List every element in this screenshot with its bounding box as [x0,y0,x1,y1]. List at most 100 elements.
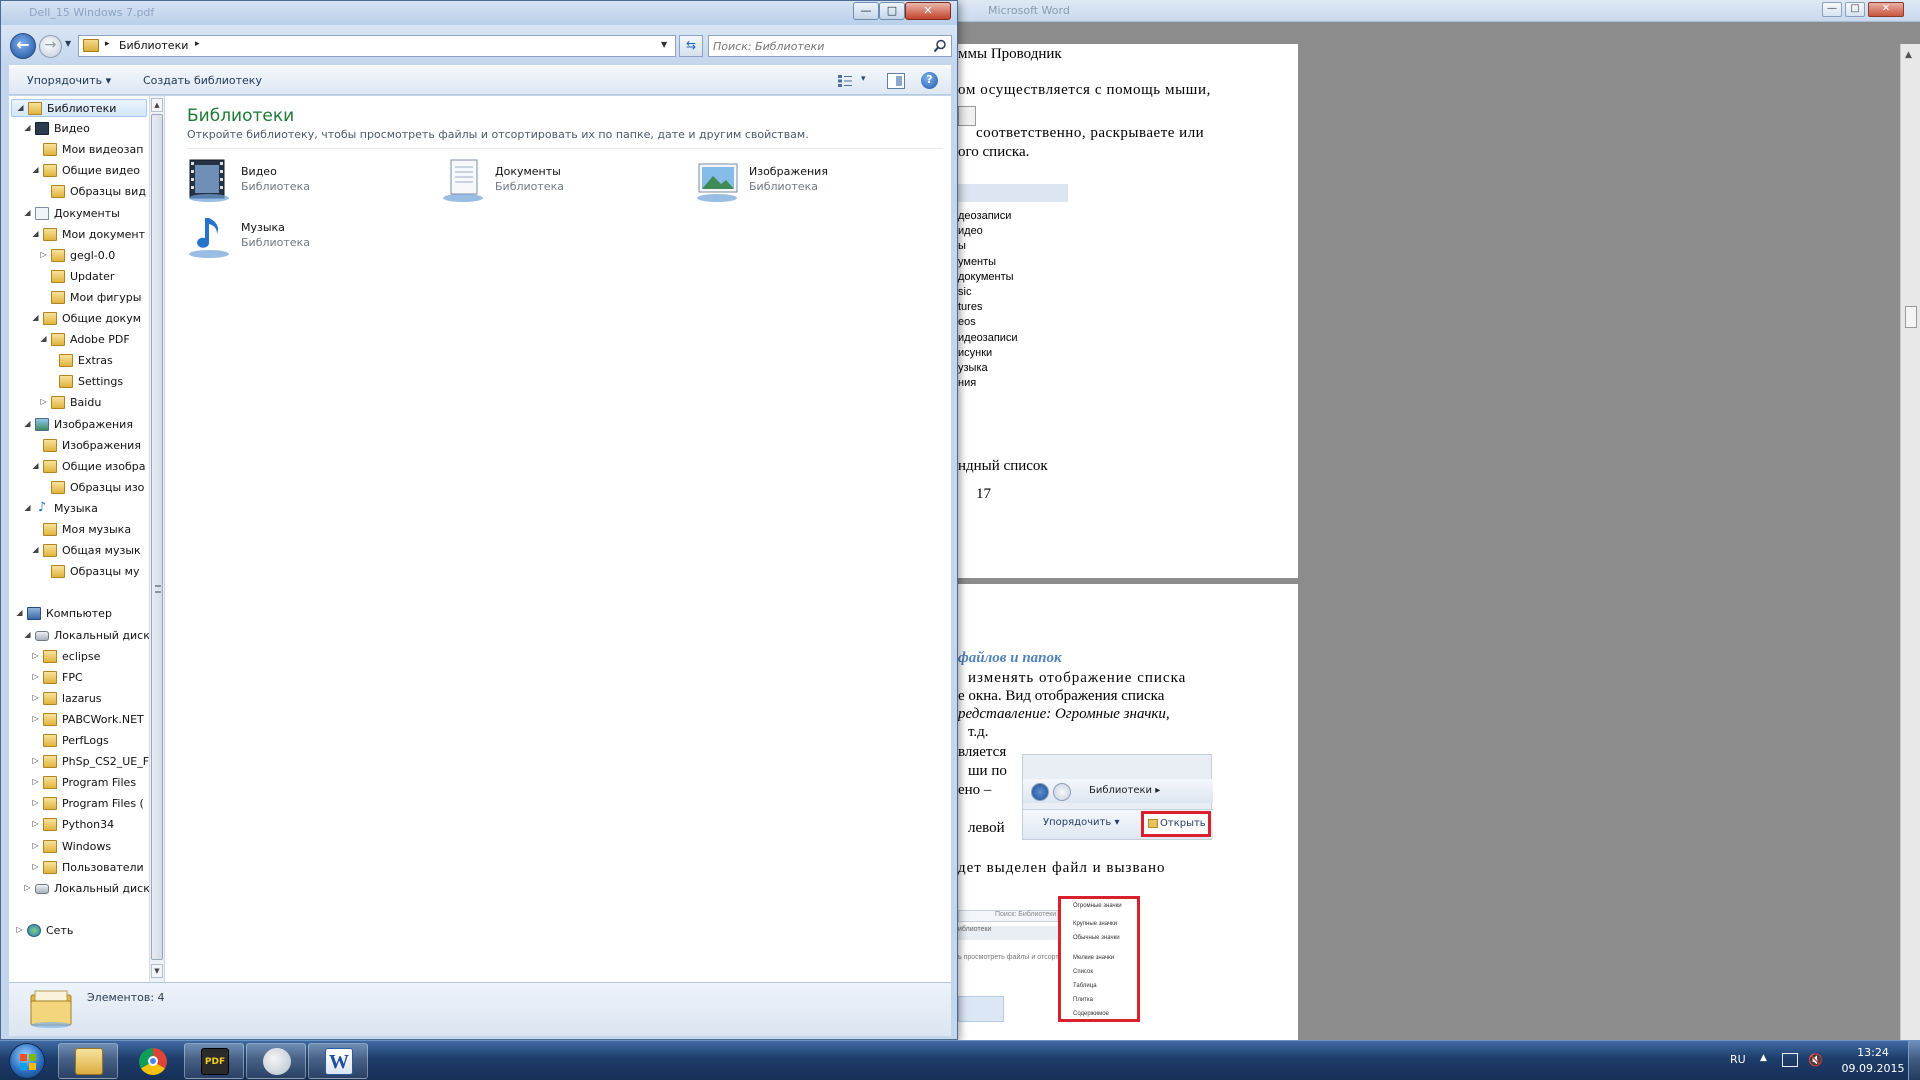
scroll-up-arrow-icon[interactable]: ▲ [151,98,163,112]
tree-item[interactable]: ◢ Локальный диск [11,627,149,645]
expand-arrow-icon[interactable]: ▷ [31,841,40,850]
close-button[interactable]: ✕ [905,2,951,20]
tree-item[interactable]: ▷ Baidu [11,394,147,412]
address-dropdown-icon[interactable]: ▼ [661,40,667,49]
library-item-pictures[interactable]: Изображения Библиотека [693,156,933,208]
back-button[interactable]: ← [10,33,36,59]
tree-item[interactable]: ◢ Изображения [11,416,147,434]
tree-item[interactable]: Образцы му [11,563,147,581]
collapse-arrow-icon[interactable]: ◢ [31,545,40,554]
collapse-arrow-icon[interactable]: ◢ [23,123,32,132]
scroll-down-arrow-icon[interactable]: ▼ [151,964,163,978]
collapse-arrow-icon[interactable]: ◢ [31,461,40,470]
explorer-title-bar[interactable]: Dell_15 Windows 7.pdf — □ ✕ [1,1,957,25]
tree-item[interactable]: ◢ Общие докум [11,310,147,328]
expand-arrow-icon[interactable]: ▷ [31,777,40,786]
taskbar-word-button[interactable]: W [308,1043,368,1079]
breadcrumb-separator-icon[interactable]: ▸ [105,39,110,49]
collapse-arrow-icon[interactable]: ◢ [31,229,40,238]
collapse-arrow-icon[interactable]: ◢ [39,334,48,343]
expand-arrow-icon[interactable]: ▷ [31,862,40,871]
tree-item[interactable]: PerfLogs [11,732,147,750]
new-library-button[interactable]: Создать библиотеку [143,74,262,87]
collapse-arrow-icon[interactable]: ◢ [23,419,32,428]
tree-item[interactable]: ▷ FPC [11,669,147,687]
expand-arrow-icon[interactable]: ▷ [31,819,40,828]
tree-item[interactable]: ▷ Сеть [11,922,147,940]
tree-item[interactable]: Extras [11,352,147,370]
history-dropdown-button[interactable]: ▼ [65,39,71,48]
collapse-arrow-icon[interactable]: ◢ [23,630,32,639]
tree-item[interactable]: ◢ Мои документ [11,226,147,244]
navigation-scroll-thumb[interactable] [151,114,163,960]
tree-item[interactable]: Изображения [11,437,147,455]
forward-button[interactable]: → [39,35,62,58]
library-item-documents[interactable]: Документы Библиотека [439,156,679,208]
expand-arrow-icon[interactable]: ▷ [39,250,48,259]
collapse-arrow-icon[interactable]: ◢ [15,608,24,617]
library-item-video[interactable]: Видео Библиотека [185,156,425,208]
tree-item[interactable]: ▷ lazarus [11,690,147,708]
clock-date[interactable]: 09.09.2015 [1838,1062,1908,1075]
tree-item[interactable]: ◢ Видео [11,120,147,138]
show-hidden-icons-icon[interactable]: ▲ [1760,1053,1767,1063]
tree-item[interactable]: Мои видеозап [11,141,147,159]
file-list-pane[interactable]: Библиотеки Откройте библиотеку, чтобы пр… [165,96,951,982]
navigation-scrollbar[interactable]: ▲ ▼ [149,96,164,982]
expand-arrow-icon[interactable]: ▷ [23,883,32,892]
expand-arrow-icon[interactable]: ▷ [31,756,40,765]
language-indicator[interactable]: RU [1730,1053,1746,1066]
minimize-button[interactable]: — [853,2,879,20]
preview-pane-button[interactable] [887,73,905,89]
tree-item[interactable]: Образцы изо [11,479,147,497]
word-scroll-thumb[interactable] [1905,306,1917,328]
tree-item[interactable]: ◢ Компьютер [11,605,147,623]
word-minimize-button[interactable]: — [1822,2,1842,17]
action-center-flag-icon[interactable] [1782,1053,1798,1067]
word-close-button[interactable]: ✕ [1868,2,1904,17]
volume-muted-icon[interactable]: 🔇 [1808,1053,1823,1067]
tree-item[interactable]: ▷ Python34 [11,816,147,834]
tree-item[interactable]: ◢ ♪ Музыка [11,500,147,518]
tree-item[interactable]: ▷ Пользователи [11,859,147,877]
expand-arrow-icon[interactable]: ▷ [39,397,48,406]
tree-item[interactable]: ▷ gegl-0.0 [11,247,147,265]
tree-item[interactable]: ◢ Документы [11,205,147,223]
tree-item[interactable]: Моя музыка [11,521,147,539]
expand-arrow-icon[interactable]: ▷ [31,714,40,723]
help-button[interactable]: ? [921,72,938,89]
expand-arrow-icon[interactable]: ▷ [31,651,40,660]
expand-arrow-icon[interactable]: ▷ [15,925,24,934]
tree-item[interactable]: ▷ PhSp_CS2_UE_F [11,753,149,771]
maximize-button[interactable]: □ [879,2,905,20]
breadcrumb-libraries[interactable]: Библиотеки [119,39,188,52]
collapse-arrow-icon[interactable]: ◢ [23,503,32,512]
collapse-arrow-icon[interactable]: ◢ [31,313,40,322]
library-item-music[interactable]: Музыка Библиотека [185,212,425,264]
word-vertical-scrollbar[interactable]: ▲ [1900,44,1920,1040]
tree-item[interactable]: ▷ Windows [11,838,147,856]
tree-item[interactable]: ◢ Общие изобра [11,458,147,476]
taskbar-explorer-button[interactable] [58,1043,118,1079]
search-input[interactable] [713,38,923,54]
tree-item[interactable]: ◢ Библиотеки [11,99,147,117]
expand-arrow-icon[interactable]: ▷ [31,672,40,681]
taskbar-paint-button[interactable] [246,1043,306,1079]
tree-item[interactable]: ▷ PABCWork.NET [11,711,147,729]
tree-item[interactable]: ▷ Program Files [11,774,147,792]
tree-item[interactable]: Settings [11,373,147,391]
scroll-up-arrow-icon[interactable]: ▲ [1905,50,1912,60]
tree-item[interactable]: Мои фигуры [11,289,147,307]
tree-item[interactable]: ◢ Adobe PDF [11,331,147,349]
taskbar-chrome-button[interactable] [122,1043,182,1079]
tree-item[interactable]: Образцы вид [11,183,147,201]
expand-arrow-icon[interactable]: ▷ [31,693,40,702]
tree-item[interactable]: Updater [11,268,147,286]
taskbar-pdf-button[interactable]: PDF [184,1043,244,1079]
show-desktop-button[interactable] [1908,1041,1920,1080]
word-maximize-button[interactable]: □ [1845,2,1865,17]
collapse-arrow-icon[interactable]: ◢ [31,165,40,174]
collapse-arrow-icon[interactable]: ◢ [16,103,25,112]
tree-item[interactable]: ◢ Общая музык [11,542,147,560]
change-view-button[interactable]: ▾ [837,73,871,89]
